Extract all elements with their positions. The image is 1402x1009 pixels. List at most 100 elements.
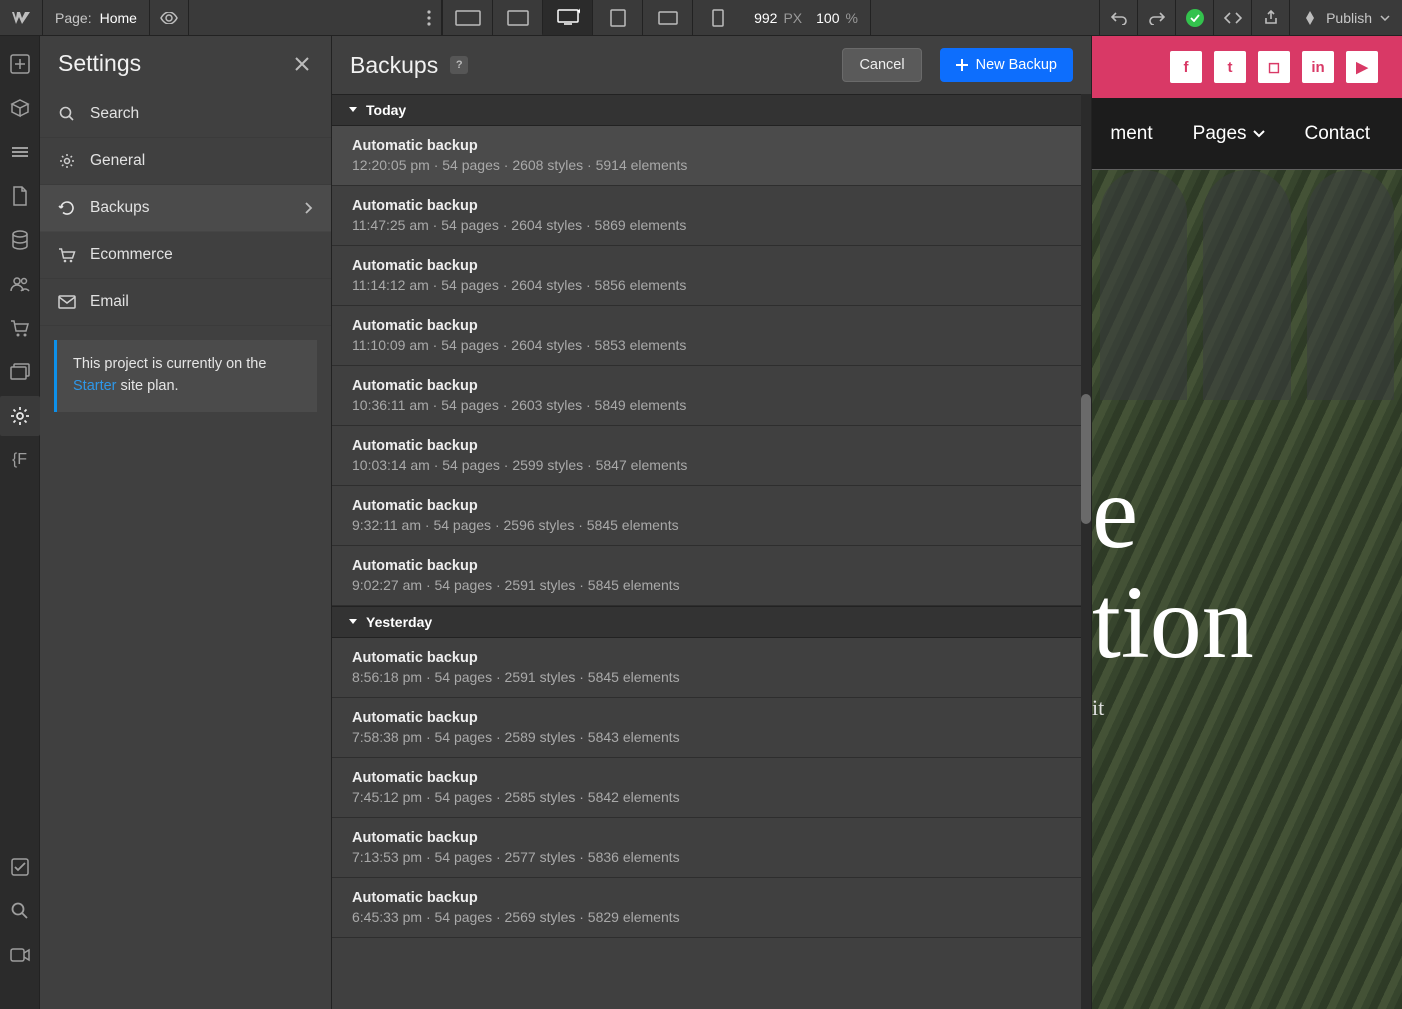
backup-row[interactable]: Automatic backup9:02:27 am · 54 pages · …: [332, 546, 1091, 606]
backup-name: Automatic backup: [352, 650, 1071, 666]
breakpoint-desktop[interactable]: ✦: [542, 0, 592, 35]
youtube-icon[interactable]: ▶: [1346, 51, 1378, 83]
breakpoint-mobile[interactable]: [692, 0, 742, 35]
backup-row[interactable]: Automatic backup7:58:38 pm · 54 pages · …: [332, 698, 1091, 758]
backup-group-yesterday[interactable]: Yesterday: [332, 606, 1091, 638]
logo-cell[interactable]: [0, 0, 43, 35]
components-panel-button[interactable]: [0, 88, 40, 128]
assets-panel-button[interactable]: [0, 352, 40, 392]
settings-panel-button[interactable]: [0, 396, 40, 436]
plan-link[interactable]: Starter: [73, 378, 117, 394]
backup-row[interactable]: Automatic backup10:36:11 am · 54 pages ·…: [332, 366, 1091, 426]
notice-text-2: site plan.: [117, 378, 179, 394]
backup-row[interactable]: Automatic backup12:20:05 pm · 54 pages ·…: [332, 126, 1091, 186]
backup-list: Today Automatic backup12:20:05 pm · 54 p…: [332, 94, 1091, 1009]
search-icon: [11, 902, 29, 920]
new-backup-label: New Backup: [976, 57, 1057, 73]
breakpoint-xl[interactable]: [492, 0, 542, 35]
scrollbar-track[interactable]: [1081, 94, 1091, 1009]
redo-icon: [1149, 11, 1165, 25]
canvas-width-readout[interactable]: 992 PX 100 %: [742, 0, 871, 35]
menu-label: Backups: [90, 199, 149, 217]
settings-item-search[interactable]: Search: [40, 91, 331, 138]
page-icon: [12, 186, 28, 206]
status-indicator[interactable]: [1175, 0, 1213, 35]
fonts-panel-button[interactable]: {F: [0, 440, 40, 480]
backup-meta: 6:45:33 pm · 54 pages · 2569 styles · 58…: [352, 909, 1071, 925]
backup-name: Automatic backup: [352, 830, 1071, 846]
backup-name: Automatic backup: [352, 498, 1071, 514]
settings-panel: Settings Search General Backups Ecommerc…: [40, 36, 332, 1009]
history-icon: [58, 199, 76, 217]
menu-label: Ecommerce: [90, 246, 173, 264]
backup-row[interactable]: Automatic backup10:03:14 am · 54 pages ·…: [332, 426, 1091, 486]
undo-button[interactable]: [1099, 0, 1137, 35]
page-name: Home: [100, 10, 137, 26]
cms-panel-button[interactable]: [0, 220, 40, 260]
publish-menu[interactable]: Publish: [1289, 0, 1402, 35]
backup-meta: 11:14:12 am · 54 pages · 2604 styles · 5…: [352, 277, 1071, 293]
backup-group-today[interactable]: Today: [332, 94, 1091, 126]
backup-meta: 7:13:53 pm · 54 pages · 2577 styles · 58…: [352, 849, 1071, 865]
video-button[interactable]: [0, 935, 40, 975]
search-icon: [58, 105, 76, 123]
breakpoint-xxl[interactable]: [442, 0, 492, 35]
backups-panel: Backups ? Cancel New Backup Today Automa…: [332, 36, 1092, 1009]
close-settings-button[interactable]: [291, 53, 313, 75]
font-icon: {F: [12, 451, 27, 469]
menu-label: General: [90, 152, 145, 170]
users-icon: [10, 276, 30, 292]
code-icon: [1224, 11, 1242, 25]
users-panel-button[interactable]: [0, 264, 40, 304]
pages-panel-button[interactable]: [0, 176, 40, 216]
scrollbar-thumb[interactable]: [1081, 394, 1091, 524]
navigator-panel-button[interactable]: [0, 132, 40, 172]
instagram-icon[interactable]: ◻: [1258, 51, 1290, 83]
nav-link-fragment[interactable]: ment: [1110, 123, 1152, 145]
add-panel-button[interactable]: [0, 44, 40, 84]
search-button[interactable]: [0, 891, 40, 931]
breakpoint-landscape[interactable]: [642, 0, 692, 35]
twitter-icon[interactable]: t: [1214, 51, 1246, 83]
hero-heading-fragment-2: tion: [1092, 568, 1402, 677]
backup-meta: 10:03:14 am · 54 pages · 2599 styles · 5…: [352, 457, 1071, 473]
settings-item-ecommerce[interactable]: Ecommerce: [40, 232, 331, 279]
redo-button[interactable]: [1137, 0, 1175, 35]
backup-meta: 8:56:18 pm · 54 pages · 2591 styles · 58…: [352, 669, 1071, 685]
chevron-right-icon: [305, 202, 313, 214]
facebook-icon[interactable]: f: [1170, 51, 1202, 83]
settings-item-backups[interactable]: Backups: [40, 185, 331, 232]
backup-row[interactable]: Automatic backup7:45:12 pm · 54 pages · …: [332, 758, 1091, 818]
help-badge[interactable]: ?: [450, 56, 468, 74]
nav-link-contact[interactable]: Contact: [1305, 123, 1370, 145]
help-button[interactable]: [0, 979, 40, 1009]
linkedin-icon[interactable]: in: [1302, 51, 1334, 83]
share-button[interactable]: [1251, 0, 1289, 35]
svg-text:✦: ✦: [576, 8, 580, 16]
backup-row[interactable]: Automatic backup11:47:25 am · 54 pages ·…: [332, 186, 1091, 246]
left-icon-rail: {F: [0, 36, 40, 1009]
cancel-button[interactable]: Cancel: [842, 48, 921, 82]
close-icon: [295, 57, 309, 71]
ecommerce-panel-button[interactable]: [0, 308, 40, 348]
breakpoint-tablet[interactable]: [592, 0, 642, 35]
backup-row[interactable]: Automatic backup11:14:12 am · 54 pages ·…: [332, 246, 1091, 306]
chevron-down-icon: [1253, 130, 1265, 138]
audit-button[interactable]: [0, 847, 40, 887]
menu-label: Email: [90, 293, 129, 311]
code-export[interactable]: [1213, 0, 1251, 35]
preview-toggle[interactable]: [150, 0, 189, 35]
nav-link-pages[interactable]: Pages: [1193, 123, 1265, 145]
cart-icon: [58, 246, 76, 264]
page-selector[interactable]: Page: Home: [43, 0, 150, 35]
backup-row[interactable]: Automatic backup9:32:11 am · 54 pages · …: [332, 486, 1091, 546]
settings-item-email[interactable]: Email: [40, 279, 331, 326]
backup-row[interactable]: Automatic backup 8:56:18 pm · 54 pages · …: [332, 638, 1091, 698]
settings-item-general[interactable]: General: [40, 138, 331, 185]
backup-row[interactable]: Automatic backup 7:13:53 pm · 54 pages · …: [332, 818, 1091, 878]
kebab-menu[interactable]: [417, 0, 442, 35]
backup-name: Automatic backup: [352, 710, 1071, 726]
backup-row[interactable]: Automatic backup11:10:09 am · 54 pages ·…: [332, 306, 1091, 366]
new-backup-button[interactable]: New Backup: [940, 48, 1073, 82]
backup-row[interactable]: Automatic backup6:45:33 pm · 54 pages · …: [332, 878, 1091, 938]
